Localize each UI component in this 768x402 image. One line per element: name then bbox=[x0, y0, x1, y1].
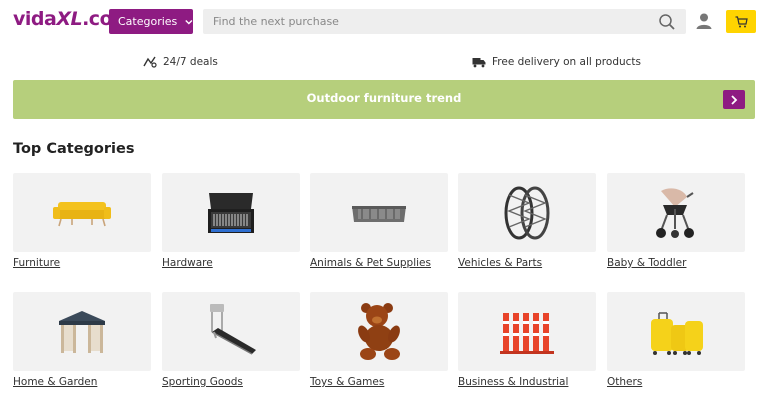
category-label[interactable]: Animals & Pet Supplies bbox=[310, 257, 448, 269]
category-tile-toys-games[interactable]: Toys & Games bbox=[310, 292, 448, 388]
stroller-icon bbox=[656, 187, 694, 238]
category-image[interactable] bbox=[607, 292, 745, 371]
category-image[interactable] bbox=[607, 173, 745, 252]
snow-chains-icon bbox=[504, 186, 550, 239]
categories-button[interactable]: Categories bbox=[109, 9, 193, 34]
category-label[interactable]: Hardware bbox=[162, 257, 300, 269]
category-label[interactable]: Baby & Toddler bbox=[607, 257, 745, 269]
category-label[interactable]: Vehicles & Parts bbox=[458, 257, 596, 269]
usp-delivery-text: Free delivery on all products bbox=[492, 56, 641, 68]
category-image[interactable] bbox=[458, 173, 596, 252]
user-icon[interactable] bbox=[694, 11, 714, 31]
category-tile-home-garden[interactable]: Home & Garden bbox=[13, 292, 151, 388]
promo-banner[interactable]: Outdoor furniture trend bbox=[13, 80, 755, 119]
yellow-suitcases-icon bbox=[651, 311, 703, 355]
category-tile-animals-pet-supplies[interactable]: Animals & Pet Supplies bbox=[310, 173, 448, 269]
chevron-down-icon bbox=[185, 19, 193, 25]
pet-bed-icon bbox=[352, 205, 406, 222]
category-image[interactable] bbox=[162, 173, 300, 252]
usp-deals: 24/7 deals bbox=[143, 56, 218, 68]
banner-arrow-button[interactable] bbox=[723, 90, 745, 109]
header: vidaXL.com Categories bbox=[0, 0, 768, 44]
category-label[interactable]: Furniture bbox=[13, 257, 151, 269]
category-label[interactable]: Home & Garden bbox=[13, 376, 151, 388]
banner-text: Outdoor furniture trend bbox=[306, 91, 462, 105]
search-input[interactable] bbox=[213, 15, 658, 28]
chevron-right-icon bbox=[731, 94, 738, 105]
category-label[interactable]: Others bbox=[607, 376, 745, 388]
category-image[interactable] bbox=[310, 292, 448, 371]
deals-icon bbox=[143, 56, 157, 68]
truck-icon bbox=[472, 58, 486, 68]
category-tile-sporting-goods[interactable]: Sporting Goods bbox=[162, 292, 300, 388]
search-icon[interactable] bbox=[658, 13, 676, 31]
teddy-bear-icon bbox=[358, 302, 400, 360]
category-image[interactable] bbox=[13, 292, 151, 371]
tool-case-icon bbox=[208, 192, 254, 233]
cart-icon bbox=[735, 15, 748, 27]
gazebo-icon bbox=[59, 310, 105, 353]
cart-button[interactable] bbox=[726, 10, 756, 33]
category-tile-business-industrial[interactable]: Business & Industrial bbox=[458, 292, 596, 388]
usp-deals-text: 24/7 deals bbox=[163, 56, 218, 68]
category-image[interactable] bbox=[310, 173, 448, 252]
category-tile-hardware[interactable]: Hardware bbox=[162, 173, 300, 269]
usp-delivery: Free delivery on all products bbox=[472, 56, 641, 68]
categories-label: Categories bbox=[118, 15, 178, 28]
category-image[interactable] bbox=[162, 292, 300, 371]
category-tile-others[interactable]: Others bbox=[607, 292, 745, 388]
category-label[interactable]: Sporting Goods bbox=[162, 376, 300, 388]
category-label[interactable]: Toys & Games bbox=[310, 376, 448, 388]
category-tile-vehicles-parts[interactable]: Vehicles & Parts bbox=[458, 173, 596, 269]
treadmill-icon bbox=[210, 303, 256, 355]
search-bar bbox=[203, 9, 686, 34]
category-tile-baby-toddler[interactable]: Baby & Toddler bbox=[607, 173, 745, 269]
category-image[interactable] bbox=[13, 173, 151, 252]
section-title: Top Categories bbox=[13, 141, 135, 157]
traffic-bollards-icon bbox=[500, 312, 554, 354]
category-image[interactable] bbox=[458, 292, 596, 371]
category-label[interactable]: Business & Industrial bbox=[458, 376, 596, 388]
yellow-sofa-icon bbox=[53, 201, 111, 226]
category-tile-furniture[interactable]: Furniture bbox=[13, 173, 151, 269]
